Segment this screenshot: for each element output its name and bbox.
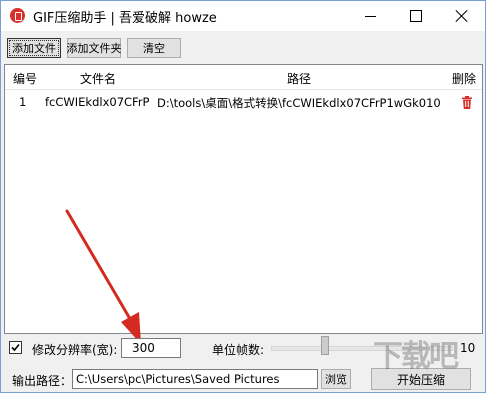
width-input[interactable]: 300: [121, 338, 181, 358]
minimize-button[interactable]: [347, 1, 393, 31]
minimize-icon: [364, 15, 376, 17]
fps-value: 10: [460, 341, 476, 355]
output-path-label: 输出路径：: [12, 374, 73, 388]
checkmark-icon: [11, 343, 20, 352]
output-path-input[interactable]: C:\Users\pc\Pictures\Saved Pictures: [72, 369, 318, 389]
row-number: 1: [19, 95, 27, 109]
fps-slider-track[interactable]: [271, 346, 453, 351]
clear-button[interactable]: 清空: [127, 38, 181, 58]
column-header-path[interactable]: 路径: [287, 70, 311, 87]
column-header-number[interactable]: 编号: [13, 70, 37, 87]
modify-resolution-label: 修改分辨率(宽):: [32, 343, 118, 357]
start-compress-button[interactable]: 开始压缩: [371, 368, 471, 390]
browse-button[interactable]: 浏览: [321, 369, 351, 389]
maximize-button[interactable]: [393, 1, 439, 31]
list-header: 编号 文件名 路径 删除: [5, 65, 482, 90]
red-annotation-arrow: [65, 209, 141, 344]
fps-slider-thumb[interactable]: [321, 336, 329, 355]
modify-resolution-checkbox[interactable]: [9, 341, 22, 354]
fps-label: 单位帧数:: [212, 343, 265, 357]
column-header-delete[interactable]: 删除: [452, 70, 476, 87]
app-window: GIF压缩助手 | 吾爱破解 howze 添加文件 添加文件夹 清空 编号 文件…: [0, 0, 486, 393]
maximize-icon: [410, 10, 422, 22]
window-title: GIF压缩助手 | 吾爱破解 howze: [33, 11, 217, 26]
table-row[interactable]: 1 fcCWIEkdlx07CFrP D:\tools\桌面\格式转换\fcCW…: [5, 91, 482, 113]
row-filename: fcCWIEkdlx07CFrP: [45, 95, 150, 109]
app-logo-icon: [10, 8, 25, 23]
close-button[interactable]: [439, 1, 485, 31]
trash-icon[interactable]: [461, 96, 473, 109]
column-header-filename[interactable]: 文件名: [80, 70, 116, 87]
close-icon: [456, 10, 468, 22]
add-file-button[interactable]: 添加文件: [7, 38, 61, 58]
title-bar: GIF压缩助手 | 吾爱破解 howze: [1, 1, 485, 31]
row-path: D:\tools\桌面\格式转换\fcCWIEkdlx07CFrP1wGk010: [157, 96, 441, 110]
add-folder-button[interactable]: 添加文件夹: [67, 38, 122, 58]
